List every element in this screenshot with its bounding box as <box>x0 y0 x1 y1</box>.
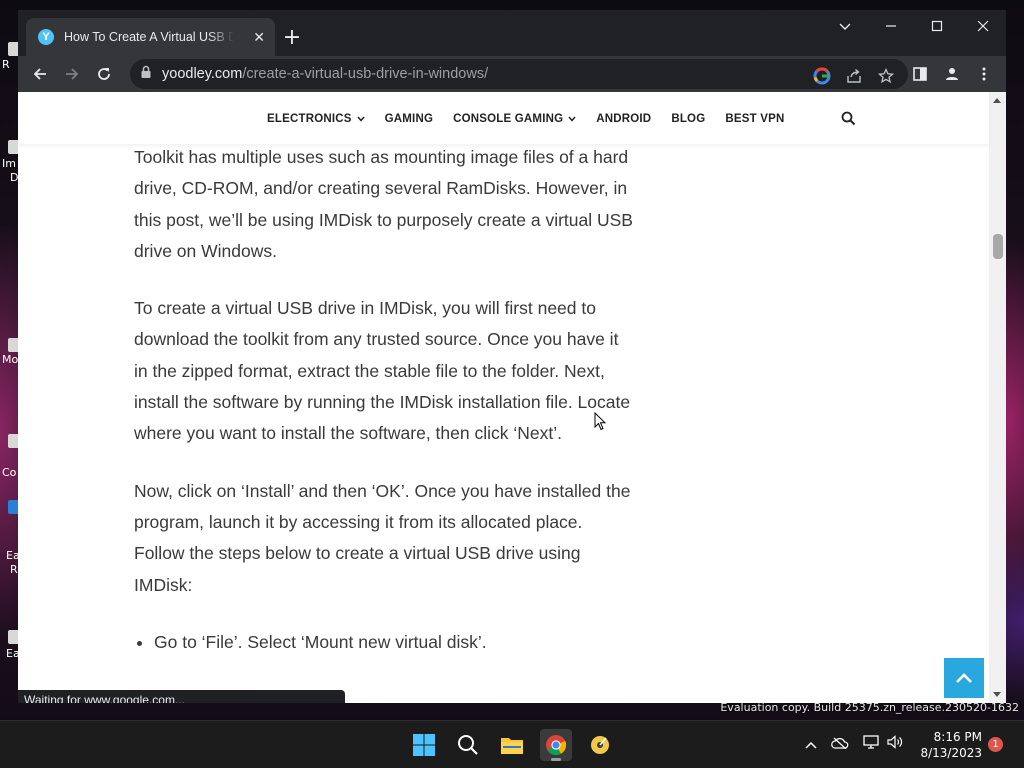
scroll-up-arrow-icon[interactable] <box>993 98 1001 103</box>
page-viewport: Toolkit has multiple uses such as mounti… <box>18 92 1006 703</box>
status-bar: Waiting for www.google.com... <box>18 690 345 703</box>
chevron-down-icon <box>357 116 365 122</box>
desktop-label: R <box>2 58 10 71</box>
network-icon[interactable] <box>863 735 879 754</box>
notification-badge[interactable]: 1 <box>988 737 1003 752</box>
chrome-icon <box>546 735 567 756</box>
nav-item-electronics[interactable]: ELECTRONICS <box>267 113 365 125</box>
nav-item-android[interactable]: ANDROID <box>596 113 651 125</box>
article-paragraph: Toolkit has multiple uses such as mounti… <box>134 147 633 261</box>
tab-strip: Y How To Create A Virtual USB Drive In W… <box>18 10 1006 56</box>
scroll-down-arrow-icon[interactable] <box>993 692 1001 697</box>
new-tab-button[interactable]: + <box>278 23 306 51</box>
chevron-up-icon[interactable] <box>805 736 817 754</box>
share-icon[interactable] <box>840 62 868 90</box>
lock-icon[interactable] <box>140 65 152 84</box>
chrome-taskbar-button[interactable] <box>540 729 572 761</box>
start-button[interactable] <box>408 729 440 761</box>
taskbar: 8:16 PM 8/13/2023 1 <box>0 720 1024 768</box>
url-text: yoodley.com/create-a-virtual-usb-drive-i… <box>162 66 489 82</box>
side-panel-icon[interactable] <box>906 60 934 88</box>
profile-avatar-icon[interactable] <box>938 60 966 88</box>
browser-window: Y How To Create A Virtual USB Drive In W… <box>18 10 1006 703</box>
steps-list: Go to ‘File’. Select ‘Mount new virtual … <box>154 627 634 658</box>
reload-button[interactable] <box>90 60 118 88</box>
article-paragraph: Now, click on ‘Install’ and then ‘OK’. O… <box>134 480 631 595</box>
minimize-button[interactable] <box>868 10 914 42</box>
site-navigation: ELECTRONICS GAMING CONSOLE GAMING ANDROI… <box>18 92 989 144</box>
taskbar-search-button[interactable] <box>452 729 484 761</box>
desktop-label: R <box>10 563 18 576</box>
disc-app-icon <box>591 736 609 754</box>
browser-toolbar: yoodley.com/create-a-virtual-usb-drive-i… <box>18 56 1006 92</box>
desktop-label: Co <box>2 466 17 479</box>
system-clock[interactable]: 8:16 PM 8/13/2023 <box>918 729 982 761</box>
system-tray <box>805 735 903 754</box>
folder-icon <box>501 738 523 754</box>
tab-close-icon[interactable]: ✕ <box>253 29 265 46</box>
article-paragraph: To create a virtual USB drive in IMDisk,… <box>134 298 631 444</box>
back-button[interactable] <box>26 60 54 88</box>
browser-tab[interactable]: Y How To Create A Virtual USB Drive In W… <box>26 18 275 56</box>
onedrive-offline-icon[interactable] <box>831 736 849 754</box>
desktop-label: Im <box>2 157 16 170</box>
nav-item-gaming[interactable]: GAMING <box>385 113 433 125</box>
page-scrollbar[interactable] <box>989 92 1006 703</box>
volume-icon[interactable] <box>887 735 903 754</box>
chevron-up-icon <box>956 673 972 683</box>
windows-logo-icon <box>413 734 435 756</box>
tab-title: How To Create A Virtual USB Drive In Win… <box>64 30 234 44</box>
tab-search-icon[interactable] <box>822 10 868 42</box>
clock-date: 8/13/2023 <box>920 746 982 760</box>
mouse-cursor-icon <box>594 412 606 431</box>
site-favicon-icon: Y <box>38 29 54 45</box>
search-icon <box>458 735 478 755</box>
article-body: Toolkit has multiple uses such as mounti… <box>134 142 634 658</box>
address-bar[interactable]: yoodley.com/create-a-virtual-usb-drive-i… <box>130 59 908 89</box>
menu-kebab-icon[interactable] <box>970 60 998 88</box>
nav-item-console-gaming[interactable]: CONSOLE GAMING <box>453 113 576 125</box>
clock-time: 8:16 PM <box>933 730 982 744</box>
list-item: Go to ‘File’. Select ‘Mount new virtual … <box>154 627 634 658</box>
scrollbar-thumb[interactable] <box>993 234 1003 259</box>
app-taskbar-button[interactable] <box>584 729 616 761</box>
file-explorer-button[interactable] <box>496 729 528 761</box>
nav-item-blog[interactable]: BLOG <box>671 113 705 125</box>
google-lens-icon[interactable] <box>808 62 836 90</box>
desktop-label: Mo <box>2 353 19 366</box>
bookmark-star-icon[interactable] <box>872 62 900 90</box>
forward-button[interactable] <box>58 60 86 88</box>
chevron-down-icon <box>568 116 576 122</box>
search-icon[interactable] <box>841 111 856 131</box>
close-window-button[interactable] <box>960 10 1006 42</box>
back-to-top-button[interactable] <box>944 658 984 698</box>
active-indicator <box>551 758 561 761</box>
nav-item-best-vpn[interactable]: BEST VPN <box>725 113 784 125</box>
maximize-button[interactable] <box>914 10 960 42</box>
